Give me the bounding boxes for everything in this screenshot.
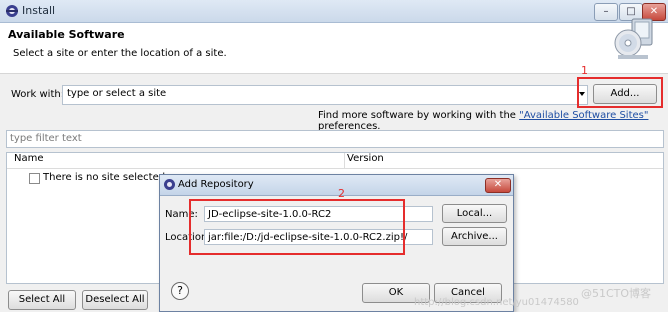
install-cd-icon: [614, 18, 653, 59]
filter-input[interactable]: type filter text: [6, 130, 664, 148]
dialog-close-icon: ✕: [493, 179, 503, 190]
add-repository-dialog: Add Repository ✕ Name: JD-eclipse-site-1…: [159, 174, 514, 312]
column-version-header[interactable]: Version: [347, 153, 384, 168]
annotation-number-2: 2: [338, 187, 345, 200]
row-checkbox[interactable]: [29, 173, 40, 184]
archive-button[interactable]: Archive...: [442, 227, 507, 246]
work-with-value: type or select a site: [67, 88, 167, 99]
page-title: Available Software: [8, 28, 125, 41]
column-divider: [344, 153, 345, 168]
local-button[interactable]: Local...: [442, 204, 507, 223]
work-with-combo[interactable]: type or select a site: [62, 85, 588, 105]
dialog-title: Add Repository: [178, 179, 254, 190]
find-more-prefix: Find more software by working with the: [318, 110, 520, 121]
watermark-brand: @51CTO博客: [581, 287, 652, 300]
window-title-bar: Install – □ ✕: [0, 0, 668, 23]
eclipse-app-icon: [6, 5, 18, 17]
column-name-header[interactable]: Name: [14, 153, 44, 168]
empty-message: There is no site selected.: [43, 172, 169, 183]
help-icon[interactable]: ?: [171, 282, 189, 300]
close-icon: ✕: [649, 6, 659, 17]
select-all-button[interactable]: Select All: [8, 290, 76, 310]
dialog-close-button[interactable]: ✕: [485, 178, 511, 193]
work-with-label: Work with:: [11, 89, 65, 100]
watermark-url: http://blog.csdn.net/yu01474580: [414, 297, 579, 308]
annotation-number-1: 1: [581, 64, 588, 77]
deselect-all-button[interactable]: Deselect All: [82, 290, 148, 310]
dialog-app-icon: [164, 179, 175, 190]
page-subtitle: Select a site or enter the location of a…: [13, 48, 227, 59]
annotation-box-2: [189, 199, 405, 255]
minimize-icon: –: [603, 6, 609, 17]
dialog-title-bar: Add Repository ✕: [160, 175, 513, 196]
find-more-text: Find more software by working with the "…: [318, 110, 668, 132]
table-header: [7, 153, 663, 169]
available-software-sites-link[interactable]: "Available Software Sites": [519, 110, 648, 121]
filter-placeholder: type filter text: [10, 133, 82, 144]
add-button[interactable]: Add...: [593, 84, 657, 104]
window-title: Install: [22, 4, 56, 17]
wizard-header: Available Software Select a site or ente…: [0, 23, 668, 74]
maximize-icon: □: [626, 6, 636, 17]
